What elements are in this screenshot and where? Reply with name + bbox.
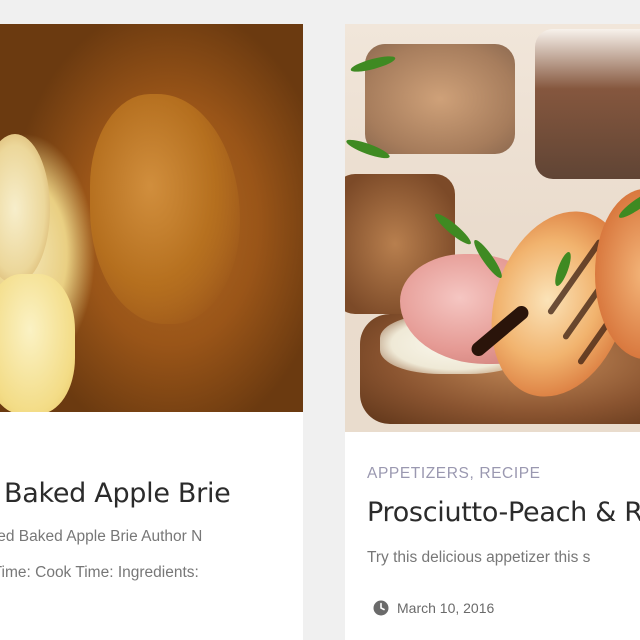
post-excerpt-line-1: pped Baked Apple Brie Author N bbox=[0, 528, 203, 545]
blog-grid-viewport: Baked Apple Brie pped Baked Apple Brie A… bbox=[0, 0, 640, 640]
post-date: March 10, 2016 bbox=[373, 600, 494, 616]
category-link-recipe[interactable]: RECIPE bbox=[479, 465, 540, 482]
post-card-baked-apple-brie: Baked Apple Brie pped Baked Apple Brie A… bbox=[0, 24, 303, 640]
melted-brie bbox=[0, 274, 75, 412]
apple-slice bbox=[0, 134, 50, 284]
pastry-crust-highlight bbox=[90, 94, 240, 324]
clock-icon bbox=[373, 600, 389, 616]
balsamic-jar bbox=[535, 29, 640, 179]
post-image-link[interactable] bbox=[345, 24, 640, 432]
post-categories: APPETIZERS, RECIPE bbox=[367, 465, 541, 483]
post-date-text: March 10, 2016 bbox=[397, 600, 495, 616]
post-card-prosciutto-peach: APPETIZERS, RECIPE Prosciutto-Peach & R … bbox=[345, 24, 640, 640]
post-image-link[interactable] bbox=[0, 24, 303, 412]
category-link-appetizers[interactable]: APPETIZERS bbox=[367, 465, 469, 482]
post-excerpt-line-1: Try this delicious appetizer this s bbox=[367, 549, 591, 566]
post-title-link[interactable]: Prosciutto-Peach & R bbox=[367, 497, 640, 528]
post-title-link[interactable]: Baked Apple Brie bbox=[4, 478, 231, 509]
category-separator: , bbox=[469, 465, 475, 482]
post-excerpt-line-2: p Time: Cook Time: Ingredients: bbox=[0, 564, 199, 581]
